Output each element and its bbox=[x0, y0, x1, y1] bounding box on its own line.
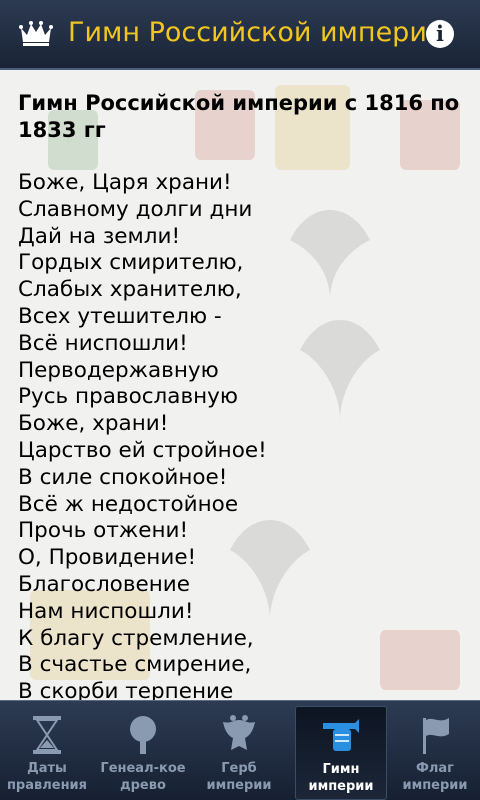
anthem-lyrics: Боже, Царя храни! Славному долги дни Дай н… bbox=[18, 170, 468, 700]
title-bar: Гимн Российской империи i bbox=[0, 0, 480, 70]
tab-anthem-line2: империи bbox=[308, 779, 374, 794]
tab-flag-line2: империи bbox=[402, 778, 468, 793]
lyric-line: Боже, храни! bbox=[18, 411, 169, 437]
bottom-tab-bar: Даты правления Генеал-кое древо Герб импери… bbox=[0, 700, 480, 800]
tab-dates-line2: правления bbox=[6, 778, 88, 793]
coat-of-arms-icon bbox=[223, 715, 255, 750]
lyric-line: В счастье смирение, bbox=[18, 652, 252, 678]
lyric-line: Прочь отжени! bbox=[18, 518, 189, 544]
info-icon[interactable]: i bbox=[426, 20, 454, 48]
lyric-line: Нам ниспошли! bbox=[18, 598, 194, 624]
lyric-line: Боже, Царя храни! bbox=[18, 170, 232, 195]
tab-coat-of-arms-line1: Герб bbox=[221, 761, 257, 776]
lyric-line: Дай на земли! bbox=[18, 223, 181, 249]
tab-anthem-line1: Гимн bbox=[322, 762, 360, 777]
anthem-heading: Гимн Российской империи с 1816 по 1833 г… bbox=[18, 91, 460, 142]
lyric-line: Всё ниспошли! bbox=[18, 330, 188, 356]
lyric-line: Славному долги дни bbox=[18, 196, 253, 222]
crown-icon bbox=[19, 21, 53, 46]
flag-icon bbox=[423, 718, 449, 754]
lyric-line: В скорби терпение bbox=[18, 679, 234, 700]
tab-genealogy-line1: Генеал-кое bbox=[100, 761, 186, 776]
hourglass-icon bbox=[33, 716, 61, 754]
tab-dates-line1: Даты bbox=[27, 761, 67, 776]
tab-anthem[interactable]: Гимн империи bbox=[295, 706, 387, 800]
lyric-line: К благу стремление, bbox=[18, 625, 254, 651]
trumpet-icon bbox=[323, 719, 359, 751]
lyric-line: О, Провидение! bbox=[18, 545, 197, 571]
lyric-line: Всё ж недостойное bbox=[18, 491, 239, 517]
tree-icon bbox=[130, 716, 156, 754]
tab-dates[interactable]: Даты правления bbox=[2, 706, 92, 798]
tab-coat-of-arms[interactable]: Герб империи bbox=[194, 706, 284, 798]
tab-flag[interactable]: Флаг империи bbox=[390, 706, 480, 798]
lyric-line: Благословение bbox=[18, 571, 190, 597]
tab-coat-of-arms-line2: империи bbox=[206, 778, 272, 793]
lyric-line: В силе спокойное! bbox=[18, 464, 228, 490]
tab-genealogy-line2: древо bbox=[120, 778, 166, 793]
tab-genealogy[interactable]: Генеал-кое древо bbox=[98, 706, 188, 798]
app-title: Гимн Российской империи bbox=[68, 17, 445, 48]
lyric-line: Русь православную bbox=[18, 384, 239, 410]
tab-flag-line1: Флаг bbox=[416, 761, 454, 776]
lyric-line: Царство ей стройное! bbox=[18, 437, 267, 463]
lyric-line: Гордых смирителю, bbox=[18, 250, 244, 276]
lyric-line: Всех утешителю - bbox=[18, 303, 222, 329]
lyric-line: Слабых хранителю, bbox=[18, 277, 242, 303]
lyric-line: Перводержавную bbox=[18, 357, 219, 383]
anthem-content[interactable]: Гимн Российской империи с 1816 по 1833 г… bbox=[0, 70, 480, 700]
